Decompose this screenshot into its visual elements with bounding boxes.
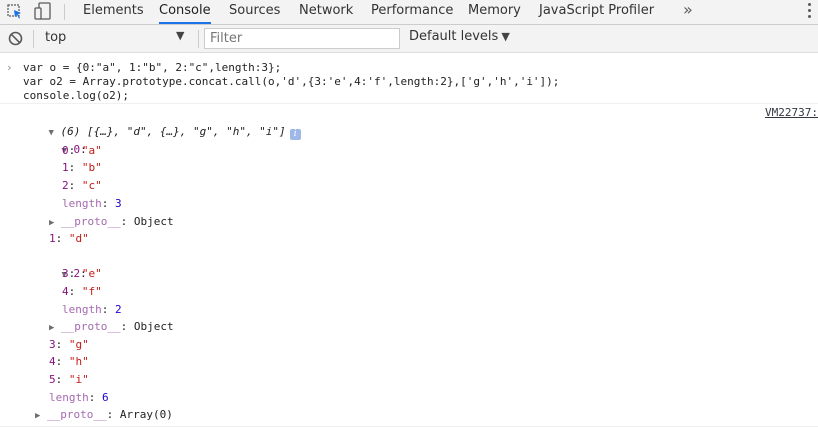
property-value: "h" bbox=[68, 355, 89, 368]
tree-row: length: 2 bbox=[62, 303, 122, 316]
property-key: __proto__ bbox=[47, 408, 107, 421]
clear-console-icon[interactable] bbox=[8, 31, 23, 46]
property-value: Object bbox=[133, 215, 174, 228]
code-line: var o = {0:"a", 1:"b", 2:"c",length:3}; bbox=[23, 61, 282, 74]
property-value: Object bbox=[133, 320, 174, 333]
toolbar-divider bbox=[198, 30, 199, 48]
tree-row: length: 3 bbox=[62, 197, 122, 210]
property-value: Array(0) bbox=[119, 408, 173, 421]
property-key: length bbox=[49, 391, 89, 404]
tab-console[interactable]: Console bbox=[159, 0, 211, 24]
property-key: length bbox=[62, 197, 102, 210]
property-value: 2 bbox=[115, 303, 122, 316]
property-key: 5 bbox=[49, 373, 56, 386]
tree-row[interactable]: ▶ __proto__: Object bbox=[49, 213, 174, 230]
property-key: 1 bbox=[62, 161, 69, 174]
property-key: 4 bbox=[62, 285, 69, 298]
tree-row[interactable]: ▼ 2: bbox=[35, 248, 87, 280]
property-key: __proto__ bbox=[61, 320, 121, 333]
tree-row[interactable]: ▶ __proto__: Object bbox=[49, 318, 174, 335]
tree-row: 2: "c" bbox=[62, 179, 102, 192]
property-key: 1 bbox=[49, 232, 56, 245]
property-key: 3 bbox=[49, 338, 56, 351]
context-selector[interactable]: top ▼ bbox=[40, 29, 195, 49]
array-summary-row[interactable]: ▼ (6) [{…}, "d", {…}, "g", "h", "i"] i bbox=[22, 106, 301, 140]
more-tabs-icon[interactable]: » bbox=[683, 0, 693, 24]
filter-input[interactable] bbox=[204, 28, 400, 49]
tree-row[interactable]: ▶ __proto__: Array(0) bbox=[35, 406, 173, 423]
property-value: "g" bbox=[68, 338, 89, 351]
toolbar-divider bbox=[64, 4, 65, 20]
tree-row[interactable]: ▼ 0: bbox=[35, 124, 87, 156]
property-key: 2 bbox=[62, 179, 69, 192]
tree-row: 5: "i" bbox=[49, 373, 89, 386]
context-label: top bbox=[45, 30, 67, 45]
collapsed-triangle-icon: ▶ bbox=[35, 411, 41, 421]
tab-javascript-profiler[interactable]: JavaScript Profiler bbox=[539, 0, 654, 24]
console-messages: › var o = {0:"a", 1:"b", 2:"c",length:3}… bbox=[0, 54, 818, 428]
property-key: 0 bbox=[62, 144, 69, 157]
toolbar-divider bbox=[33, 30, 34, 48]
tab-elements[interactable]: Elements bbox=[83, 0, 144, 24]
console-toolbar: top ▼ Default levels▼ bbox=[0, 25, 818, 53]
tab-network[interactable]: Network bbox=[299, 0, 353, 24]
message-divider bbox=[0, 426, 818, 427]
log-levels-dropdown[interactable]: Default levels ▼ bbox=[409, 29, 510, 49]
info-icon[interactable]: i bbox=[289, 129, 301, 140]
property-value: "i" bbox=[68, 373, 89, 386]
tree-row: length: 6 bbox=[49, 391, 109, 404]
tree-row: 1: "b" bbox=[62, 161, 102, 174]
tab-performance[interactable]: Performance bbox=[371, 0, 453, 24]
tree-row: 3: "g" bbox=[49, 338, 89, 351]
collapsed-triangle-icon: ▶ bbox=[49, 323, 55, 333]
property-value: 6 bbox=[102, 391, 109, 404]
tree-row: 0: "a" bbox=[62, 144, 102, 157]
dropdown-caret-icon: ▼ bbox=[176, 29, 185, 42]
device-toolbar-icon[interactable] bbox=[33, 0, 53, 24]
property-key: __proto__ bbox=[61, 215, 121, 228]
tab-memory[interactable]: Memory bbox=[468, 0, 521, 24]
property-value: "c" bbox=[81, 179, 102, 192]
kebab-menu-icon[interactable] bbox=[808, 3, 812, 21]
property-value: "e" bbox=[81, 267, 102, 280]
tree-row: 3: "e" bbox=[62, 267, 102, 280]
property-key: 4 bbox=[49, 355, 56, 368]
tree-row: 4: "h" bbox=[49, 355, 89, 368]
property-value: "a" bbox=[81, 144, 102, 157]
property-value: "b" bbox=[81, 161, 102, 174]
array-preview: [{…}, "d", {…}, "g", "h", "i"] bbox=[87, 125, 286, 138]
property-value: 3 bbox=[115, 197, 122, 210]
code-line: var o2 = Array.prototype.concat.call(o,'… bbox=[23, 75, 560, 88]
dropdown-caret-icon: ▼ bbox=[501, 30, 510, 43]
console-input-echo: › var o = {0:"a", 1:"b", 2:"c",length:3}… bbox=[0, 58, 818, 104]
tree-row: 4: "f" bbox=[62, 285, 102, 298]
property-key: 3 bbox=[62, 267, 69, 280]
source-link[interactable]: VM22737: bbox=[765, 106, 818, 119]
devtools-tab-bar: Elements Console Sources Network Perform… bbox=[0, 0, 818, 25]
tree-row: 1: "d" bbox=[49, 232, 89, 245]
log-levels-label: Default levels bbox=[409, 29, 499, 44]
prompt-chevron-icon: › bbox=[6, 61, 13, 74]
property-value: "d" bbox=[68, 232, 89, 245]
code-line: console.log(o2); bbox=[23, 89, 129, 102]
tab-sources[interactable]: Sources bbox=[229, 0, 280, 24]
inspect-element-icon[interactable] bbox=[6, 0, 24, 24]
property-key: length bbox=[62, 303, 102, 316]
property-value: "f" bbox=[81, 285, 102, 298]
